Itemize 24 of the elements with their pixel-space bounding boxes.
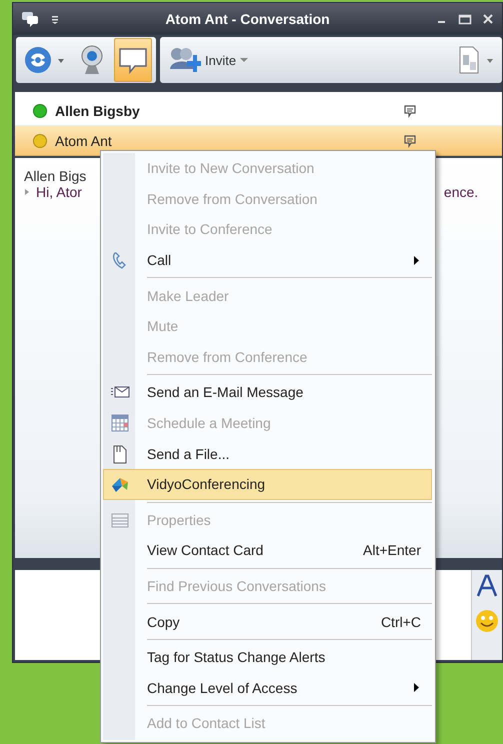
calendar-icon	[110, 413, 130, 434]
menu-item[interactable]: VidyoConferencing	[103, 468, 432, 500]
menu-icon[interactable]	[51, 14, 59, 24]
caret-icon	[240, 57, 248, 63]
message-text: Hi, Ator	[36, 184, 82, 200]
menu-item[interactable]: Change Level of Access	[103, 672, 432, 704]
bullet-icon	[24, 188, 30, 196]
close-icon[interactable]	[482, 13, 494, 25]
menu-item[interactable]: Copy Ctrl+C	[103, 606, 432, 637]
menu-item[interactable]: Send an E-Mail Message	[103, 377, 432, 408]
maximize-icon[interactable]	[458, 13, 472, 25]
window-title: Atom Ant - Conversation	[164, 11, 331, 27]
add-people-icon	[167, 45, 201, 75]
instant-message-button[interactable]	[114, 38, 152, 82]
menu-item[interactable]: Call	[103, 244, 432, 276]
message-sender: Allen Bigs	[24, 168, 86, 184]
speech-bubble-icon	[403, 134, 417, 148]
menu-item[interactable]: Tag for Status Change Alerts	[103, 642, 432, 672]
menu-item[interactable]: View Contact Card Alt+Enter	[103, 535, 432, 566]
message-text: ence.	[444, 184, 478, 200]
menu-item[interactable]: Send a File...	[103, 438, 432, 469]
speech-bubble-icon	[403, 104, 417, 118]
shortcut-text: Alt+Enter	[363, 542, 421, 558]
shortcut-text: Ctrl+C	[380, 614, 421, 630]
